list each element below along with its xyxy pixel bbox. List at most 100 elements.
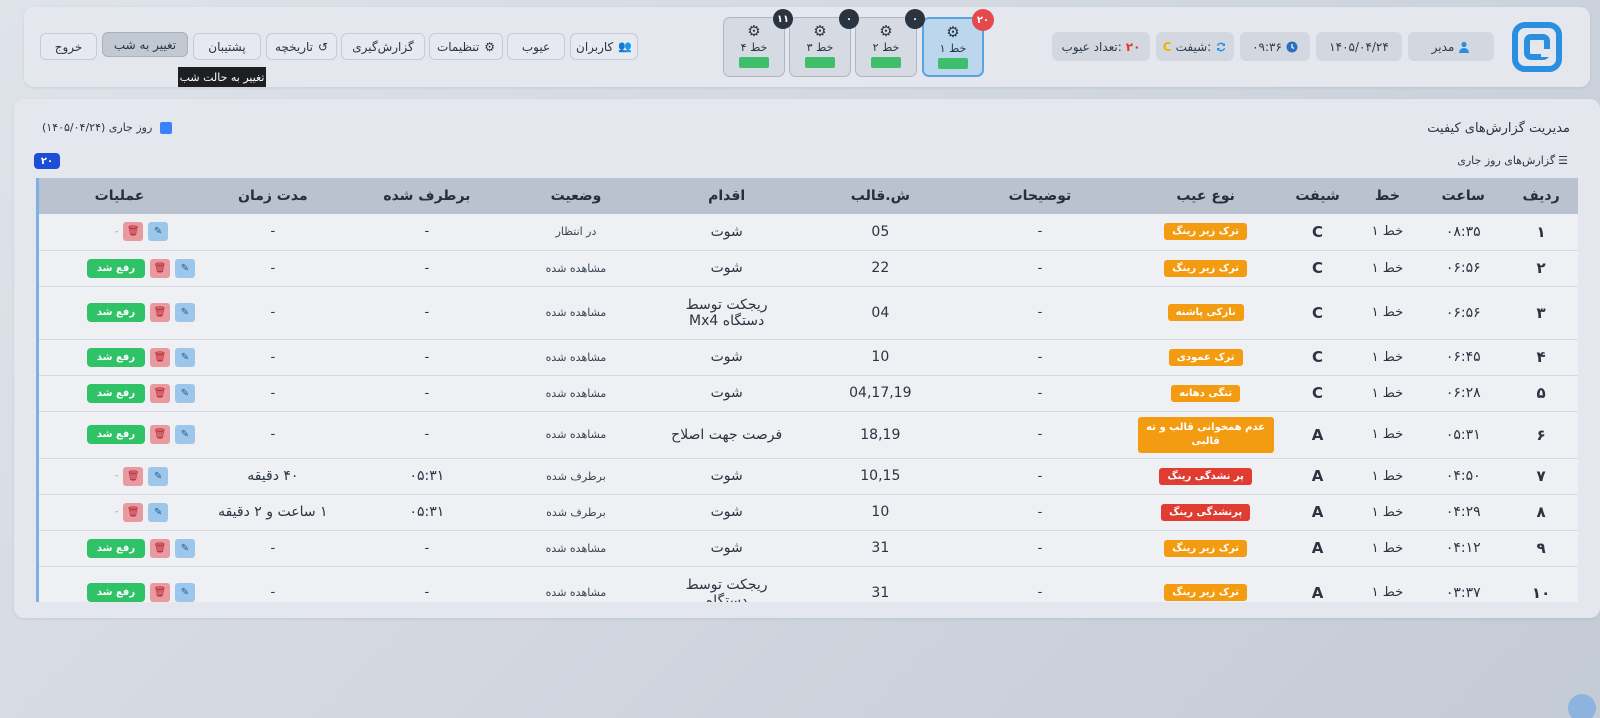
history-button[interactable]: تاریخچه ↺ [266,33,337,60]
row-fixed-time: ۰۵:۳۱ [345,458,509,495]
edit-button[interactable]: ✎ [175,583,195,602]
defect-badge: تنگی دهانه [1171,384,1241,402]
delete-button[interactable]: 🗑 [123,502,144,522]
row-description: - [951,494,1129,531]
defects-button[interactable]: عیوب [507,33,565,60]
row-defect-cell: ترک زیر رینگ [1128,214,1283,251]
mark-fixed-button[interactable]: رفع شد [87,258,145,278]
defect-badge: ترک زیر رینگ [1164,259,1248,277]
col-header[interactable]: توضیحات [951,178,1129,214]
today-label: روز جاری (۱۴۰۵/۰۴/۲۴) [42,121,153,134]
row-index: ۴ [1504,339,1578,376]
row-status: مشاهده شده [508,339,644,376]
row-time: ۰۸:۳۵ [1422,214,1505,251]
mark-fixed-button[interactable]: رفع شد [87,425,145,444]
delete-button[interactable]: 🗑 [150,425,170,444]
mark-fixed-button[interactable]: رفع شد [87,303,145,322]
col-header[interactable]: نوع عیب [1128,178,1283,214]
defect-count-value: ۲۰ [1125,39,1141,54]
row-line: خط ۱ [1352,375,1423,412]
col-header[interactable]: مدت زمان [200,178,346,214]
row-defect-cell: ترک عمودی [1128,339,1283,376]
delete-button[interactable]: 🗑 [150,383,170,403]
settings-button[interactable]: تنظیمات ⚙ [429,33,503,60]
app-logo [1512,22,1562,72]
row-operations: - 🗑 ✎ [39,214,201,251]
user-chip[interactable]: مدیر [1408,32,1494,61]
gear-icon: ⚙ [879,22,893,40]
row-line: خط ۱ [1352,411,1423,459]
backup-button[interactable]: پشتیبان [193,33,261,60]
row-line: خط ۱ [1352,566,1423,602]
edit-button[interactable]: ✎ [148,502,169,522]
row-fixed-time: - [345,339,509,376]
mark-fixed-button[interactable]: رفع شد [87,347,145,367]
row-fixed-time: - [345,286,509,340]
row-shift: C [1282,214,1353,251]
row-status: مشاهده شده [508,250,644,287]
line-percentage: 84.5% [870,57,902,68]
edit-button[interactable]: ✎ [148,466,169,486]
delete-button[interactable]: 🗑 [150,583,170,602]
gear-icon: ⚙ [813,22,827,40]
row-duration: - [200,375,346,412]
row-action: شوت [643,214,810,251]
today-indicator: روز جاری (۱۴۰۵/۰۴/۲۴) [42,121,173,134]
line-card-1[interactable]: ⚙ خط ۱ 85.0% ۲۰ [922,9,994,77]
edit-button[interactable]: ✎ [148,222,169,242]
line-card-4[interactable]: ⚙ خط ۴ 88.1% ۱۱ [723,9,793,77]
row-action: فرصت جهت اصلاح [643,411,810,459]
col-header[interactable]: وضعیت [508,178,644,214]
row-status: مشاهده شده [508,530,644,567]
table-row: ۴ ۰۶:۴۵ خط ۱ C ترک عمودی - 10 شوت مشاهده… [39,339,1578,376]
row-index: ۹ [1504,530,1578,567]
mark-fixed-button[interactable]: رفع شد [87,383,145,403]
col-header[interactable]: برطرف شده [345,178,509,214]
clock-icon [1286,41,1298,52]
logout-label: خروج [54,39,83,54]
backup-label: پشتیبان [208,39,246,54]
delete-button[interactable]: 🗑 [150,303,170,322]
edit-button[interactable]: ✎ [175,303,195,322]
mark-fixed-button[interactable]: رفع شد [87,538,145,558]
col-header[interactable]: ساعت [1422,178,1505,214]
logout-button[interactable]: خروج [40,33,97,60]
line-card-3[interactable]: ⚙ خط ۳ 92.7% ۰ [789,9,859,77]
line-badge: ۰ [839,9,859,29]
col-header[interactable]: شیفت [1282,178,1353,214]
line-name: خط ۳ [806,41,834,54]
line-card-2[interactable]: ⚙ خط ۲ 84.5% ۰ [855,9,925,77]
delete-button[interactable]: 🗑 [150,538,170,558]
floating-action-button[interactable] [1568,694,1596,718]
delete-button[interactable]: 🗑 [123,466,144,486]
defect-badge: پر نشدگی رینگ [1159,467,1252,485]
delete-button[interactable]: 🗑 [123,222,144,242]
shift-chip: C شیفت: [1156,32,1234,61]
edit-button[interactable]: ✎ [175,425,195,444]
edit-button[interactable]: ✎ [175,538,195,558]
edit-button[interactable]: ✎ [175,258,195,278]
row-time: ۰۶:۵۶ [1422,286,1505,340]
gear-icon: ⚙ [946,23,960,41]
col-header[interactable]: خط [1352,178,1423,214]
users-button[interactable]: کاربران 👥 [570,33,638,60]
delete-button[interactable]: 🗑 [150,258,170,278]
list-icon: ☰ [1558,154,1568,167]
edit-button[interactable]: ✎ [175,383,195,403]
row-status: برطرف شده [508,494,644,531]
col-header[interactable]: ش.قالب [809,178,952,214]
col-header[interactable]: اقدام [643,178,810,214]
users-label: کاربران [576,39,614,54]
night-mode-button[interactable]: تغییر به شب [102,32,188,57]
col-header[interactable]: ردیف [1504,178,1578,214]
mark-fixed-button[interactable]: رفع شد [87,583,145,602]
main-panel: مدیریت گزارش‌های کیفیت روز جاری (۱۴۰۵/۰۴… [14,99,1600,618]
delete-button[interactable]: 🗑 [150,347,170,367]
line-badge: ۲۰ [972,9,994,31]
time-chip: ۰۹:۳۶ [1240,32,1310,61]
row-fixed-time: - [345,411,509,459]
edit-button[interactable]: ✎ [175,347,195,367]
col-header[interactable]: عملیات [39,178,201,214]
row-description: - [951,250,1129,287]
reporting-button[interactable]: گزارش‌گیری [341,33,425,60]
